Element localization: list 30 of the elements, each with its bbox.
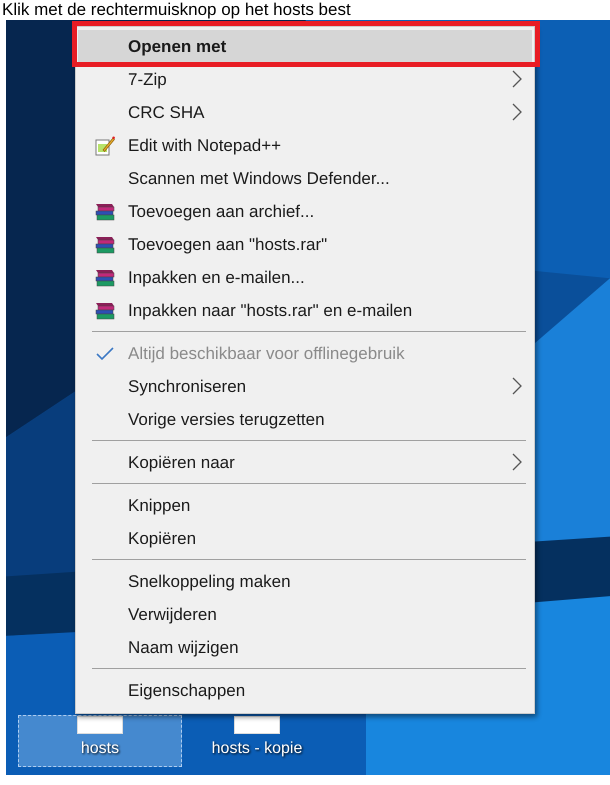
menu-item[interactable]: Knippen: [78, 489, 532, 522]
menu-item[interactable]: Edit with Notepad++: [78, 129, 532, 162]
menu-item[interactable]: CRC SHA: [78, 96, 532, 129]
file-icon[interactable]: [234, 716, 280, 734]
menu-item[interactable]: Naam wijzigen: [78, 631, 532, 664]
archive-books-icon: [94, 234, 116, 254]
menu-item[interactable]: Kopiëren naar: [78, 446, 532, 479]
menu-item[interactable]: Openen met: [78, 30, 532, 63]
file-label[interactable]: hosts - kopie: [212, 740, 302, 758]
menu-item[interactable]: Kopiëren: [78, 522, 532, 555]
menu-item[interactable]: Toevoegen aan archief...: [78, 195, 532, 228]
menu-item[interactable]: Scannen met Windows Defender...: [78, 162, 532, 195]
archive-books-icon: [94, 268, 116, 288]
archive-books-icon: [94, 300, 116, 320]
file-icon[interactable]: [77, 716, 123, 734]
menu-item[interactable]: Eigenschappen: [78, 674, 532, 707]
notepad-icon: [95, 136, 115, 156]
menu-item[interactable]: Inpakken naar "hosts.rar" en e-mailen: [78, 294, 532, 327]
menu-item[interactable]: Vorige versies terugzetten: [78, 403, 532, 436]
menu-item[interactable]: Verwijderen: [78, 598, 532, 631]
menu-item[interactable]: Synchroniseren: [78, 370, 532, 403]
archive-books-icon: [94, 202, 116, 222]
file-label[interactable]: hosts: [80, 740, 120, 758]
menu-item[interactable]: Snelkoppeling maken: [78, 565, 532, 598]
menu-item[interactable]: Inpakken en e-mailen...: [78, 261, 532, 294]
menu-item[interactable]: Toevoegen aan "hosts.rar": [78, 228, 532, 261]
menu-item[interactable]: 7-Zip: [78, 63, 532, 96]
caption-text: Klik met de rechtermuisknop op het hosts best: [1, 0, 352, 20]
desktop-icon[interactable]: hosts: [18, 715, 182, 767]
desktop-icon[interactable]: hosts - kopie: [202, 715, 312, 767]
